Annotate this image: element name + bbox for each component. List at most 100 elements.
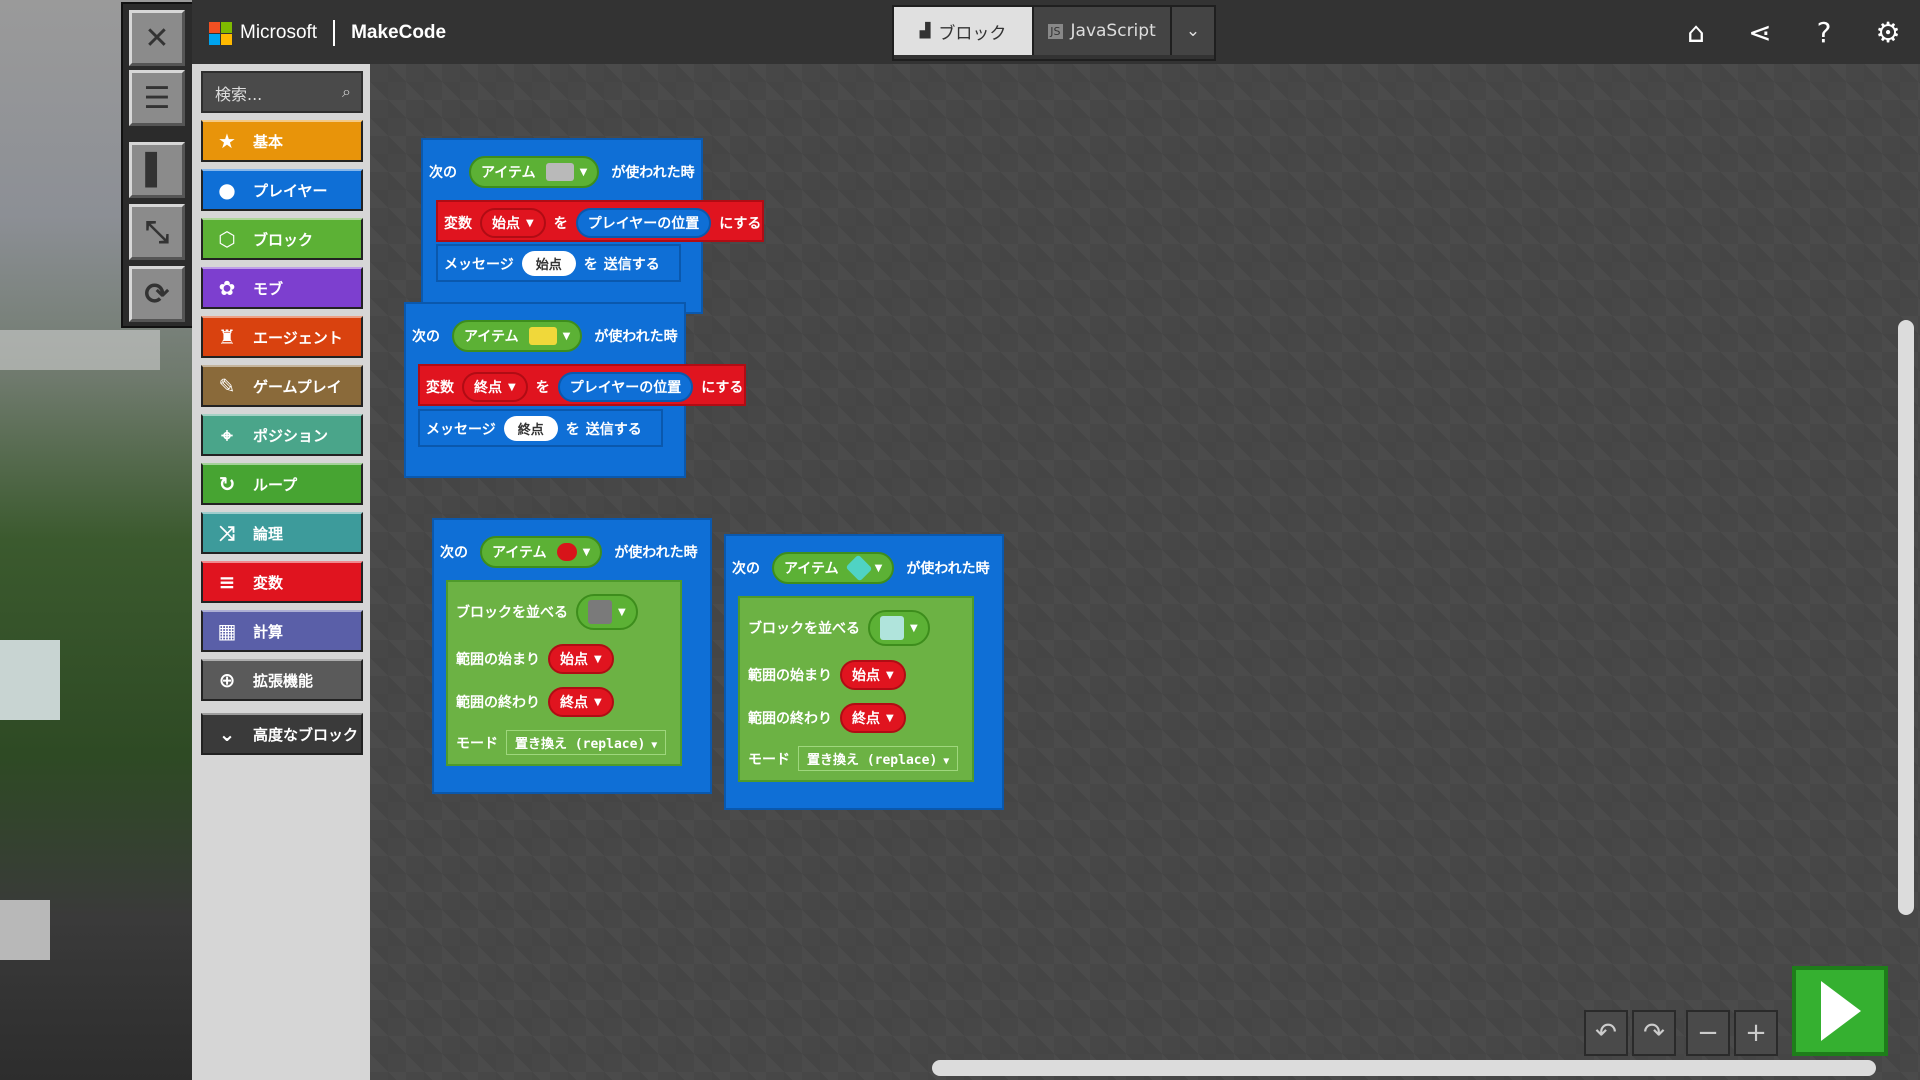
toolbox-category-9[interactable]: ≡ 変数 <box>201 561 363 603</box>
minecraft-building <box>0 330 160 370</box>
fill-label: ブロックを並べる <box>456 605 568 621</box>
toolbox-category-11[interactable]: ⊕ 拡張機能 <box>201 659 363 701</box>
toolbox-category-7[interactable]: ↻ ループ <box>201 463 363 505</box>
send-message-block[interactable]: メッセージ 終点 を 送信する <box>418 409 663 447</box>
search-input[interactable]: 検索... ⌕ <box>201 71 363 113</box>
toolbox-category-10[interactable]: ▦ 計算 <box>201 610 363 652</box>
toolbox-category-label: 変数 <box>253 573 284 592</box>
event-suffix: が使われた時 <box>906 561 990 577</box>
range-start-label: 範囲の始まり <box>748 668 832 684</box>
fill-block[interactable]: ブロックを並べる ▼ 範囲の始まり 始点 ▼ 範囲の終わり 終点 ▼ モード 置き換… <box>738 596 974 782</box>
toolbox-category-8[interactable]: ⤨ 論理 <box>201 512 363 554</box>
item-dropdown[interactable]: アイテム ▼ <box>452 320 583 352</box>
event-prefix: 次の <box>412 329 440 345</box>
send-label: 送信する <box>585 421 642 438</box>
range-start-dropdown[interactable]: 始点 ▼ <box>548 644 614 674</box>
close-icon[interactable]: ✕ <box>129 10 185 66</box>
javascript-mode-label: JavaScript <box>1070 21 1156 41</box>
block-type-dropdown[interactable]: ▼ <box>868 610 930 646</box>
toolbox-category-label: 高度なブロック <box>253 725 359 744</box>
wo-label: を <box>565 421 580 438</box>
range-start-label: 範囲の始まり <box>456 652 540 668</box>
zoom-out-button[interactable]: − <box>1686 1010 1730 1056</box>
list-icon: ≡ <box>218 570 236 594</box>
search-icon: ⌕ <box>342 82 351 101</box>
blocks-mode-label: ブロック <box>938 23 1007 44</box>
share-icon[interactable]: ⋖ <box>1728 0 1792 64</box>
undo-button[interactable]: ↶ <box>1584 1010 1628 1056</box>
item-dropdown[interactable]: アイテム ▼ <box>469 156 600 188</box>
toolbox-category-0[interactable]: ★ 基本 <box>201 120 363 162</box>
run-button[interactable] <box>1792 966 1888 1056</box>
var-name: 始点 <box>492 216 520 232</box>
var-name: 終点 <box>474 380 502 396</box>
home-icon[interactable]: ⌂ <box>1664 0 1728 64</box>
calculator-icon: ▦ <box>217 619 237 643</box>
player-icon: ● <box>218 178 236 202</box>
message-label: メッセージ <box>426 421 496 438</box>
stone-block-icon <box>588 600 612 624</box>
play-icon <box>1821 981 1861 1041</box>
message-label: メッセージ <box>444 256 514 273</box>
player-position-block[interactable]: プレイヤーの位置 <box>557 372 694 402</box>
variable-dropdown[interactable]: 終点 ▼ <box>462 372 528 402</box>
player-position-block[interactable]: プレイヤーの位置 <box>575 208 712 238</box>
star-icon: ★ <box>218 129 236 153</box>
zoom-in-button[interactable]: + <box>1734 1010 1778 1056</box>
dropdown-arrow-icon: ▼ <box>874 562 883 574</box>
toolbox-category-4[interactable]: ♜ エージェント <box>201 316 363 358</box>
item-label: アイテム <box>784 561 839 577</box>
redo-button[interactable]: ↷ <box>1632 1010 1676 1056</box>
menu-icon[interactable]: ☰ <box>129 70 185 126</box>
toolbox-category-label: モブ <box>253 279 284 298</box>
range-end-dropdown[interactable]: 終点 ▼ <box>840 703 906 733</box>
fill-label: ブロックを並べる <box>748 621 860 637</box>
message-text[interactable]: 終点 <box>503 416 558 441</box>
mode-dropdown-button[interactable]: ⌄ <box>1170 7 1214 55</box>
fill-mode-value: 置き換え (replace) <box>515 737 646 752</box>
item-dropdown[interactable]: アイテム ▼ <box>480 536 603 568</box>
toolbox-category-3[interactable]: ✿ モブ <box>201 267 363 309</box>
blocks-mode-button[interactable]: ▟ ブロック <box>894 7 1032 55</box>
logo[interactable]: Microsoft MakeCode <box>209 20 446 46</box>
toolbox-category-1[interactable]: ● プレイヤー <box>201 169 363 211</box>
range-end-dropdown[interactable]: 終点 ▼ <box>548 687 614 717</box>
toolbox-category-label: 基本 <box>253 132 284 151</box>
fill-mode-dropdown[interactable]: 置き換え (replace) ▼ <box>798 746 959 771</box>
block-type-dropdown[interactable]: ▼ <box>576 594 638 630</box>
refresh-icon[interactable]: ⟳ <box>129 266 185 322</box>
toolbox-category-2[interactable]: ⬡ ブロック <box>201 218 363 260</box>
range-start-var: 始点 <box>560 652 588 668</box>
dropdown-arrow-icon: ▼ <box>618 606 626 618</box>
shrink-icon[interactable]: ⤡ <box>129 204 185 260</box>
item-dropdown[interactable]: アイテム ▼ <box>772 552 895 584</box>
minecraft-screen <box>0 640 60 720</box>
horizontal-scrollbar[interactable] <box>932 1060 1876 1076</box>
send-label: 送信する <box>603 256 660 273</box>
vertical-scrollbar[interactable] <box>1898 320 1914 915</box>
dropdown-arrow-icon: ▼ <box>886 669 894 681</box>
help-icon[interactable]: ? <box>1792 0 1856 64</box>
diamond-block-icon <box>880 616 904 640</box>
split-view-icon[interactable]: ▌ <box>129 142 185 198</box>
range-start-dropdown[interactable]: 始点 ▼ <box>840 660 906 690</box>
toolbox-category-5[interactable]: ✎ ゲームプレイ <box>201 365 363 407</box>
toolbox-category-12[interactable]: ⌄ 高度なブロック <box>201 713 363 755</box>
gold-ingot-icon <box>528 327 557 345</box>
chevron-down-icon: ⌄ <box>1185 21 1201 41</box>
range-start-var: 始点 <box>852 668 880 684</box>
fill-mode-dropdown[interactable]: 置き換え (replace) ▼ <box>506 730 667 755</box>
variable-dropdown[interactable]: 始点 ▼ <box>480 208 546 238</box>
settings-icon[interactable]: ⚙ <box>1856 0 1920 64</box>
fill-mode-value: 置き換え (replace) <box>807 753 938 768</box>
set-variable-block[interactable]: 変数 終点 ▼ を プレイヤーの位置 にする <box>418 364 746 406</box>
toolbox-category-6[interactable]: ⌖ ポジション <box>201 414 363 456</box>
javascript-mode-button[interactable]: JS JavaScript <box>1032 7 1170 55</box>
plus-icon: + <box>1745 1018 1767 1048</box>
message-text[interactable]: 始点 <box>521 251 576 276</box>
puzzle-icon: ▟ <box>919 23 931 39</box>
send-message-block[interactable]: メッセージ 始点 を 送信する <box>436 244 681 282</box>
fill-block[interactable]: ブロックを並べる ▼ 範囲の始まり 始点 ▼ 範囲の終わり 終点 ▼ モード 置き換… <box>446 580 682 766</box>
set-variable-block[interactable]: 変数 始点 ▼ を プレイヤーの位置 にする <box>436 200 764 242</box>
loop-icon: ↻ <box>218 472 236 496</box>
